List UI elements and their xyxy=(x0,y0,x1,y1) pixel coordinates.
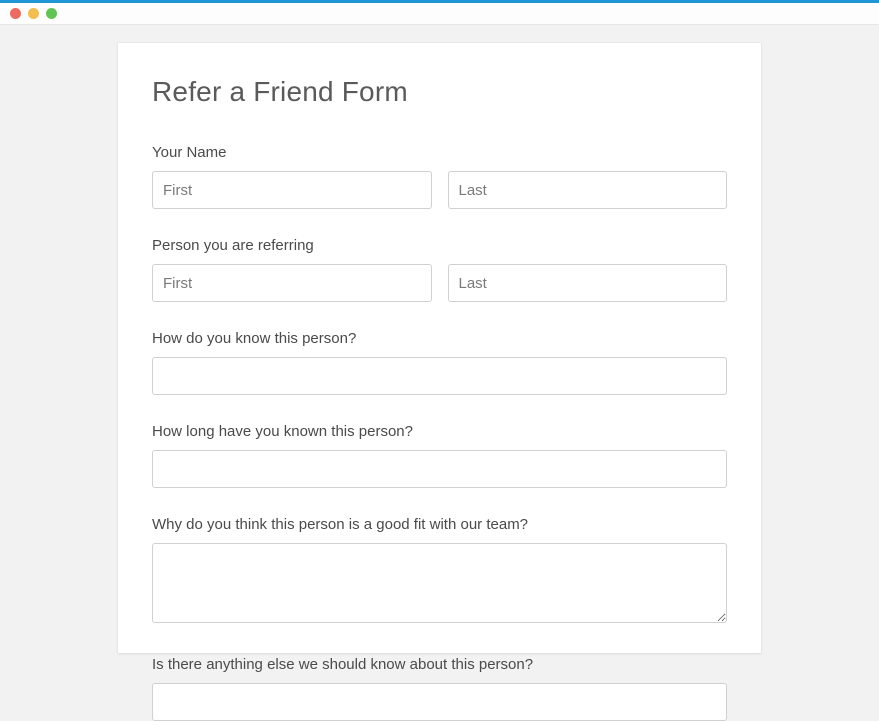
referring-group: Person you are referring xyxy=(152,237,727,302)
window-frame: Refer a Friend Form Your Name Person you… xyxy=(0,0,879,653)
referring-label: Person you are referring xyxy=(152,237,727,254)
referring-last-input[interactable] xyxy=(448,264,728,302)
page-background: Refer a Friend Form Your Name Person you… xyxy=(0,25,879,653)
your-name-label: Your Name xyxy=(152,144,727,161)
anything-else-input[interactable] xyxy=(152,683,727,721)
form-title: Refer a Friend Form xyxy=(152,76,727,108)
form-card: Refer a Friend Form Your Name Person you… xyxy=(118,43,761,653)
how-long-group: How long have you known this person? xyxy=(152,423,727,488)
your-name-last-input[interactable] xyxy=(448,171,728,209)
how-know-group: How do you know this person? xyxy=(152,330,727,395)
titlebar xyxy=(0,3,879,25)
why-good-fit-group: Why do you think this person is a good f… xyxy=(152,516,727,628)
minimize-icon[interactable] xyxy=(28,8,39,19)
how-know-label: How do you know this person? xyxy=(152,330,727,347)
maximize-icon[interactable] xyxy=(46,8,57,19)
why-good-fit-textarea[interactable] xyxy=(152,543,727,623)
anything-else-label: Is there anything else we should know ab… xyxy=(152,656,727,673)
anything-else-group: Is there anything else we should know ab… xyxy=(152,656,727,721)
your-name-first-input[interactable] xyxy=(152,171,432,209)
referring-first-input[interactable] xyxy=(152,264,432,302)
your-name-group: Your Name xyxy=(152,144,727,209)
how-long-input[interactable] xyxy=(152,450,727,488)
close-icon[interactable] xyxy=(10,8,21,19)
how-know-input[interactable] xyxy=(152,357,727,395)
why-good-fit-label: Why do you think this person is a good f… xyxy=(152,516,727,533)
how-long-label: How long have you known this person? xyxy=(152,423,727,440)
